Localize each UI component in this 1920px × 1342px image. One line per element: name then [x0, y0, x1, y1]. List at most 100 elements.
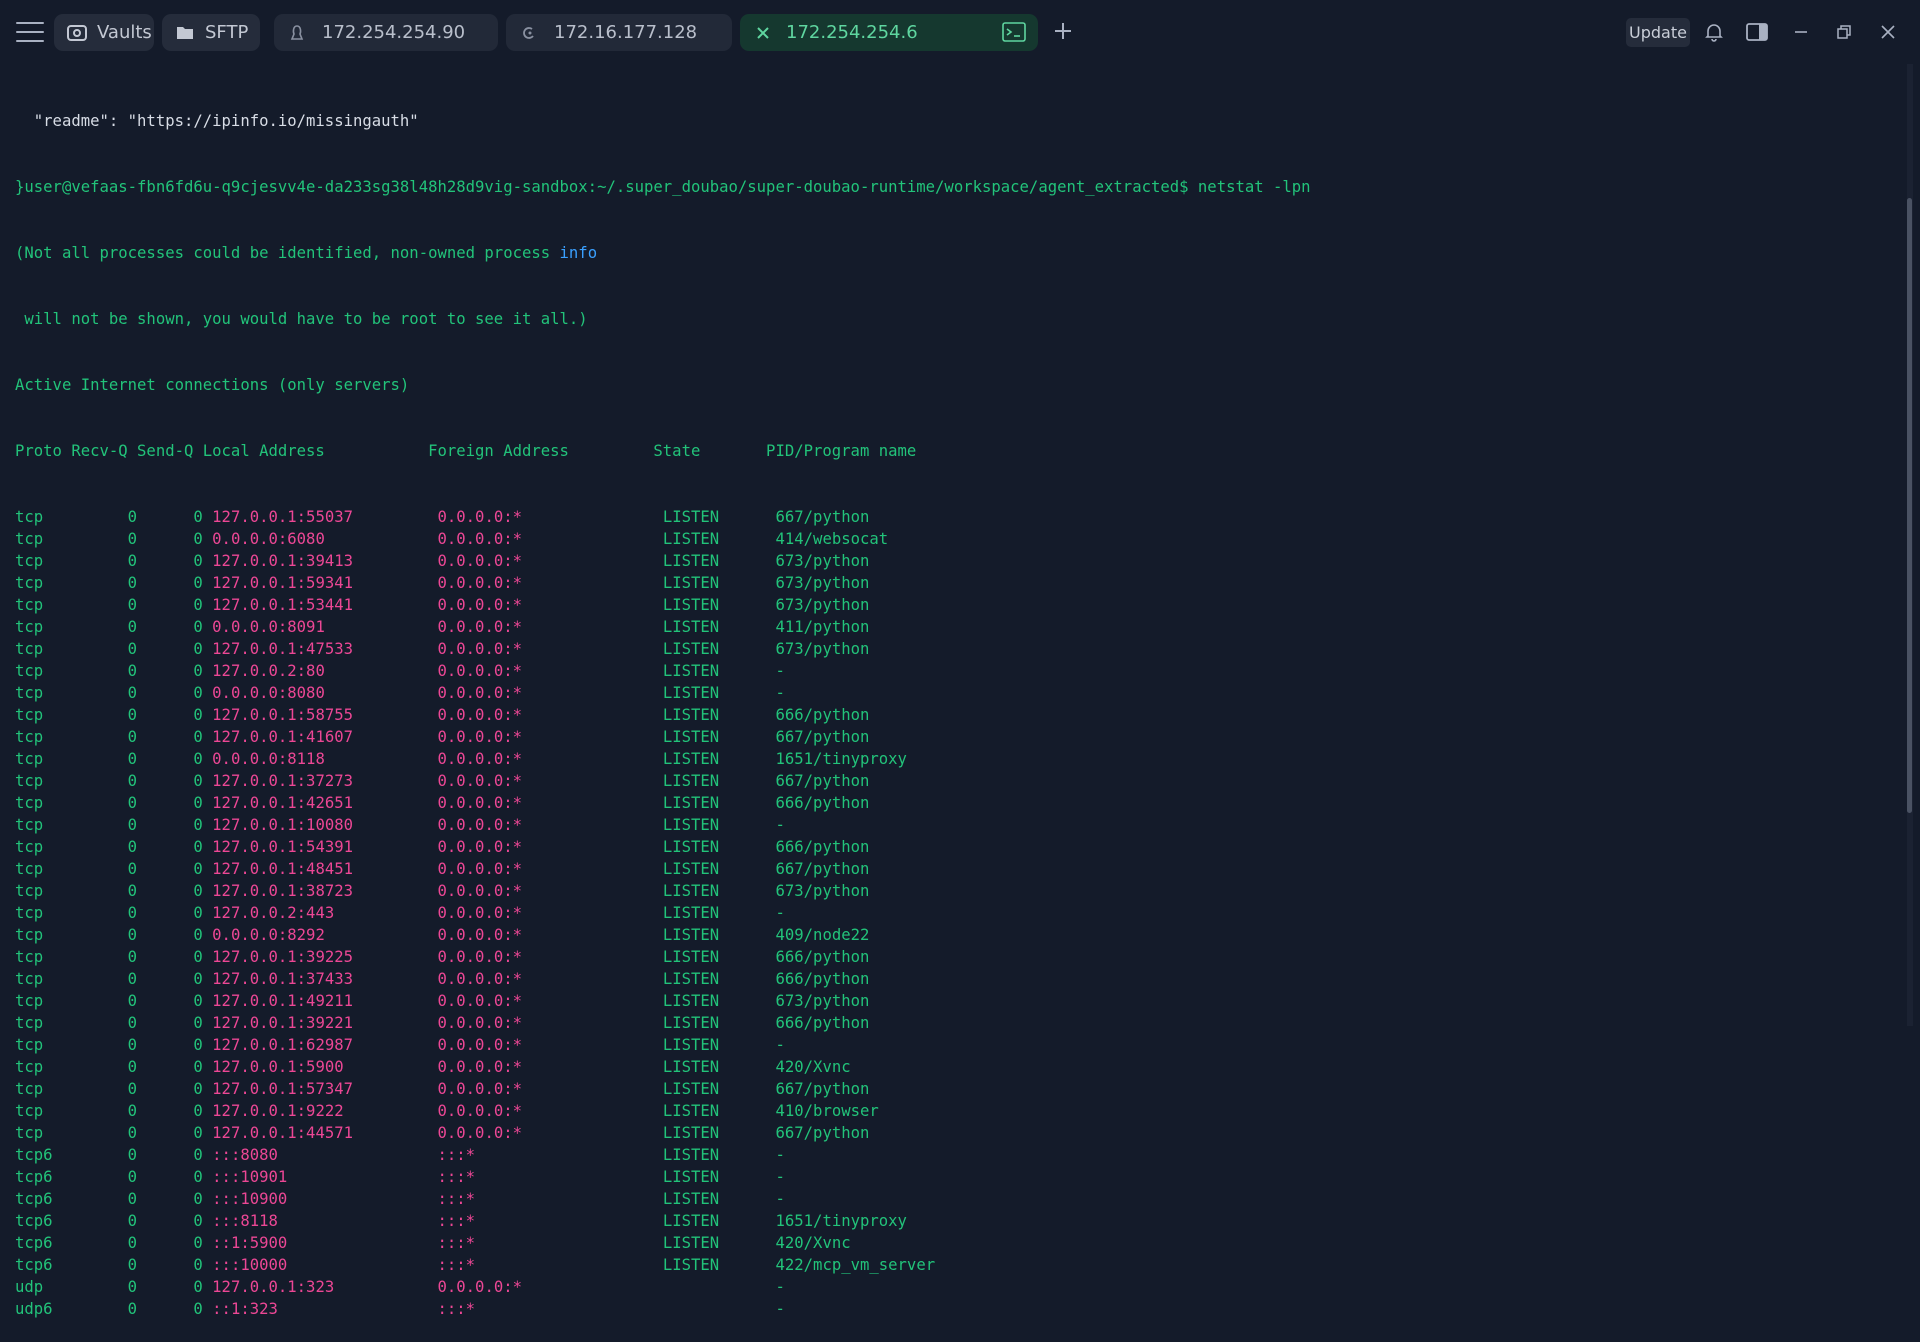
pid-cell: -	[775, 1190, 785, 1208]
table-row: tcp 0 0 127.0.0.1:59341 0.0.0.0:* LISTEN…	[15, 572, 1895, 594]
pid-cell: 422/mcp_vm_server	[775, 1256, 936, 1274]
state-cell: LISTEN	[662, 640, 776, 658]
table-header: Proto Recv-Q Send-Q Local Address Foreig…	[15, 442, 917, 460]
foreign-address-cell: 0.0.0.0:*	[437, 838, 663, 856]
local-address-cell: 127.0.0.1:9222	[212, 1102, 438, 1120]
sendq-cell: 0	[137, 1190, 213, 1208]
table-row: tcp 0 0 127.0.0.1:41607 0.0.0.0:* LISTEN…	[15, 726, 1895, 748]
foreign-address-cell: 0.0.0.0:*	[437, 1080, 663, 1098]
recvq-cell: 0	[71, 992, 138, 1010]
sendq-cell: 0	[137, 948, 213, 966]
recvq-cell: 0	[71, 860, 138, 878]
menu-icon[interactable]	[16, 20, 44, 44]
recvq-cell: 0	[71, 684, 138, 702]
scrollbar-thumb[interactable]	[1907, 198, 1912, 813]
recvq-cell: 0	[71, 794, 138, 812]
plus-icon[interactable]	[1052, 20, 1074, 42]
foreign-address-cell: 0.0.0.0:*	[437, 1058, 663, 1076]
recvq-cell: 0	[71, 508, 138, 526]
recvq-cell: 0	[71, 816, 138, 834]
sendq-cell: 0	[137, 530, 213, 548]
sidepanel-icon[interactable]	[1745, 20, 1769, 44]
proto-cell: tcp	[15, 992, 72, 1010]
state-cell: LISTEN	[662, 728, 776, 746]
restore-icon[interactable]	[1832, 20, 1856, 44]
terminal-icon	[1002, 22, 1026, 42]
sendq-cell: 0	[137, 728, 213, 746]
window-close-icon[interactable]	[1876, 20, 1900, 44]
foreign-address-cell: :::*	[437, 1168, 663, 1186]
pid-cell: 673/python	[775, 552, 870, 570]
local-address-cell: 127.0.0.1:37433	[212, 970, 438, 988]
pid-cell: 666/python	[775, 970, 870, 988]
foreign-address-cell: :::*	[437, 1234, 663, 1252]
terminal-line: (Not all processes could be identified, …	[15, 242, 1895, 264]
proto-cell: tcp	[15, 904, 72, 922]
local-address-cell: 0.0.0.0:8091	[212, 618, 438, 636]
sendq-cell: 0	[137, 904, 213, 922]
tab-host-3-active[interactable]: 172.254.254.6	[740, 14, 1038, 51]
terminal-text: (Not all processes could be identified, …	[15, 244, 560, 262]
state-cell: LISTEN	[662, 838, 776, 856]
sftp-button[interactable]: SFTP	[162, 14, 260, 51]
bell-icon[interactable]	[1702, 20, 1726, 44]
table-row: tcp6 0 0 :::10900 :::* LISTEN -	[15, 1188, 1895, 1210]
state-cell: LISTEN	[662, 574, 776, 592]
table-row: tcp 0 0 127.0.0.1:49211 0.0.0.0:* LISTEN…	[15, 990, 1895, 1012]
local-address-cell: 127.0.0.2:443	[212, 904, 438, 922]
terminal-output[interactable]: "readme": "https://ipinfo.io/missingauth…	[15, 66, 1895, 1318]
prompt-line: }user@vefaas-fbn6fd6u-q9cjesvv4e-da233sg…	[15, 178, 1311, 196]
foreign-address-cell: 0.0.0.0:*	[437, 508, 663, 526]
state-cell: LISTEN	[662, 1146, 776, 1164]
tab-label: 172.16.177.128	[554, 22, 698, 43]
foreign-address-cell: 0.0.0.0:*	[437, 1124, 663, 1142]
foreign-address-cell: 0.0.0.0:*	[437, 860, 663, 878]
state-cell: LISTEN	[662, 1080, 776, 1098]
recvq-cell: 0	[71, 530, 138, 548]
table-row: tcp 0 0 0.0.0.0:8118 0.0.0.0:* LISTEN 16…	[15, 748, 1895, 770]
pid-cell: 666/python	[775, 1014, 870, 1032]
tab-host-2[interactable]: 172.16.177.128	[506, 14, 732, 51]
sendq-cell: 0	[137, 926, 213, 944]
table-row: tcp 0 0 127.0.0.2:80 0.0.0.0:* LISTEN -	[15, 660, 1895, 682]
foreign-address-cell: 0.0.0.0:*	[437, 948, 663, 966]
foreign-address-cell: 0.0.0.0:*	[437, 618, 663, 636]
recvq-cell: 0	[71, 1278, 138, 1296]
foreign-address-cell: :::*	[437, 1300, 663, 1318]
minimize-icon[interactable]	[1789, 20, 1813, 44]
local-address-cell: :::8118	[212, 1212, 438, 1230]
sendq-cell: 0	[137, 838, 213, 856]
local-address-cell: 127.0.0.1:39221	[212, 1014, 438, 1032]
sendq-cell: 0	[137, 706, 213, 724]
tab-host-1[interactable]: 172.254.254.90	[274, 14, 498, 51]
proto-cell: tcp6	[15, 1212, 72, 1230]
sendq-cell: 0	[137, 1256, 213, 1274]
pid-cell: -	[775, 904, 785, 922]
local-address-cell: :::8080	[212, 1146, 438, 1164]
table-row: tcp 0 0 127.0.0.1:37273 0.0.0.0:* LISTEN…	[15, 770, 1895, 792]
close-icon[interactable]	[752, 22, 774, 44]
pid-cell: -	[775, 1300, 785, 1318]
proto-cell: tcp	[15, 728, 72, 746]
vaults-button[interactable]: Vaults	[54, 14, 154, 51]
foreign-address-cell: :::*	[437, 1146, 663, 1164]
sendq-cell: 0	[137, 1168, 213, 1186]
recvq-cell: 0	[71, 750, 138, 768]
local-address-cell: 0.0.0.0:8080	[212, 684, 438, 702]
update-button[interactable]: Update	[1626, 18, 1690, 47]
sendq-cell: 0	[137, 662, 213, 680]
sendq-cell: 0	[137, 574, 213, 592]
terminal-line: will not be shown, you would have to be …	[15, 310, 588, 328]
proto-cell: tcp	[15, 530, 72, 548]
foreign-address-cell: :::*	[437, 1212, 663, 1230]
proto-cell: tcp	[15, 794, 72, 812]
table-row: tcp 0 0 127.0.0.1:42651 0.0.0.0:* LISTEN…	[15, 792, 1895, 814]
proto-cell: tcp	[15, 640, 72, 658]
proto-cell: tcp	[15, 1058, 72, 1076]
table-row: tcp 0 0 0.0.0.0:8292 0.0.0.0:* LISTEN 40…	[15, 924, 1895, 946]
state-cell: LISTEN	[662, 1124, 776, 1142]
pid-cell: 1651/tinyproxy	[775, 750, 907, 768]
proto-cell: tcp6	[15, 1168, 72, 1186]
pid-cell: 666/python	[775, 706, 870, 724]
proto-cell: tcp	[15, 816, 72, 834]
